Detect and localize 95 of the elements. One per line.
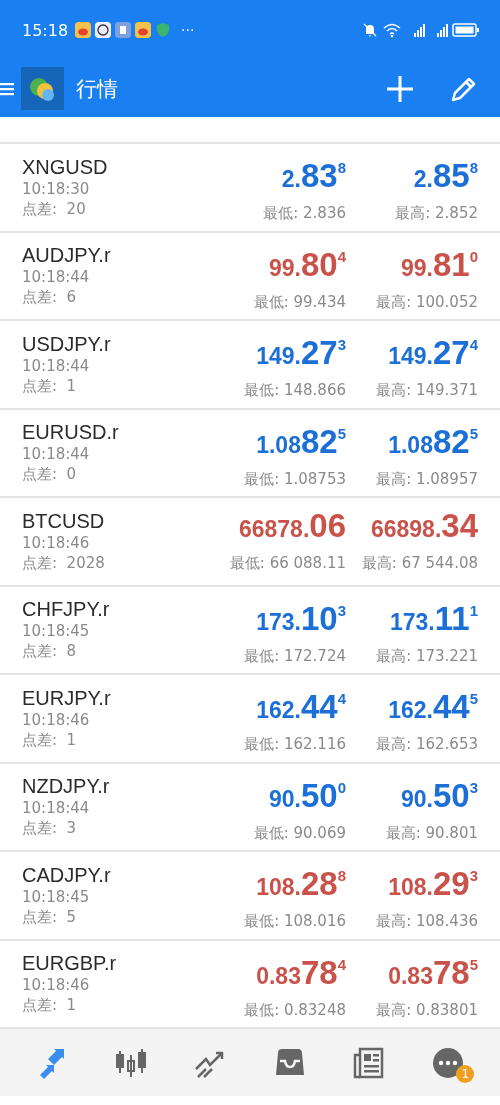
app-icon [75, 22, 92, 38]
low-price: 最低: 90.069 [253, 822, 346, 844]
high-price: 最高: 67 544.08 [361, 553, 478, 575]
high-price: 最高: 1.08957 [376, 468, 478, 490]
low-price: 最低: 148.866 [244, 380, 346, 402]
spread: 点差: 5 [22, 906, 78, 927]
symbol: EURGBP.r [22, 952, 118, 976]
quote-row[interactable]: AUDJPY.r 10:18:44 点差: 6 99.80$^{4}$ 最低: 99.434 99.81$^{0}$ 最高: 100.052 [0, 232, 500, 321]
quote-row[interactable]: EURUSD.r 10:18:44 点差: 0 1.0882$^{5}$ 最低: 1.08753 1.0882$^{5}$ 最高: 1.08957 [0, 409, 500, 498]
clock: 15:18 [22, 20, 69, 40]
high-price: 最高: 100.052 [376, 291, 478, 313]
quote-time: 10:18:30 [22, 178, 91, 199]
price: 149.27$^{4}$ [388, 333, 478, 374]
high-price: 最高: 0.83801 [376, 999, 478, 1021]
low-price: 最低: 2.836 [263, 203, 346, 225]
symbol: CHFJPY.r [22, 598, 111, 622]
price: 149.27$^{3}$ [256, 333, 346, 374]
spread: 点差: 1 [22, 995, 78, 1016]
quote-time: 10:18:46 [22, 975, 91, 996]
high-price: 最高: 108.436 [376, 911, 478, 933]
low-price: 最低: 172.724 [244, 645, 346, 667]
spread: 点差: 0 [22, 464, 78, 485]
high-price: 最高: 90.801 [385, 822, 478, 844]
price: 173.10$^{3}$ [256, 598, 346, 639]
price: 90.50$^{3}$ [400, 775, 478, 816]
quote-row[interactable]: USDJPY.r 10:18:44 点差: 1 149.27$^{3}$ 最低: 148.866 149.27$^{4}$ 最高: 149.371 [0, 321, 500, 410]
quote-time: 10:18:46 [22, 532, 91, 553]
low-price: 最低: 108.016 [244, 911, 346, 933]
quote-time: 10:18:44 [22, 798, 91, 819]
price: 0.8378$^{4}$ [256, 952, 346, 993]
quote-time: 10:18:44 [22, 444, 91, 465]
quote-row[interactable]: NZDJPY.r 10:18:44 点差: 3 90.50$^{0}$ 最低: 90.069 90.50$^{3}$ 最高: 90.801 [0, 763, 500, 852]
quote-time: 10:18:45 [22, 886, 91, 907]
symbol: BTCUSD [22, 509, 106, 533]
app-icon [115, 22, 132, 38]
signal-icon [414, 23, 425, 37]
quote-time: 10:18:44 [22, 355, 91, 376]
spread: 点差: 1 [22, 375, 78, 396]
symbol: CADJPY.r [22, 863, 112, 887]
shield-icon [155, 22, 172, 38]
low-price: 最低: 0.83248 [244, 999, 346, 1021]
high-price: 最高: 149.371 [376, 380, 478, 402]
spread: 点差: 6 [22, 287, 78, 308]
menu-icon[interactable] [0, 81, 14, 96]
low-price: 最低: 162.116 [244, 734, 346, 756]
price: 2.85$^{8}$ [413, 156, 478, 197]
app-icon [135, 22, 152, 38]
quote-row[interactable]: XNGUSD 10:18:30 点差: 20 2.83$^{8}$ 最低: 2.836 2.85$^{8}$ 最高: 2.852 [0, 144, 500, 233]
high-price: 最高: 173.221 [376, 645, 478, 667]
app-logo [21, 67, 64, 110]
symbol: AUDJPY.r [22, 244, 112, 268]
spread: 点差: 20 [22, 198, 87, 219]
spread: 点差: 1 [22, 729, 78, 750]
mute-icon [362, 22, 378, 38]
spread: 点差: 2028 [22, 552, 106, 573]
price: 0.8378$^{5}$ [388, 952, 478, 993]
symbol: USDJPY.r [22, 332, 112, 356]
low-price: 最低: 99.434 [253, 291, 346, 313]
spread: 点差: 8 [22, 641, 78, 662]
price: 173.11$^{1}$ [390, 598, 478, 639]
price: 1.0882$^{5}$ [388, 421, 478, 462]
low-price: 最低: 1.08753 [244, 468, 346, 490]
quote-time: 10:18:45 [22, 621, 91, 642]
spread: 点差: 3 [22, 818, 78, 839]
price: 99.81$^{0}$ [400, 244, 478, 285]
symbol: EURJPY.r [22, 686, 112, 710]
quote-row[interactable]: EURJPY.r 10:18:46 点差: 1 162.44$^{4}$ 最低: 162.116 162.44$^{5}$ 最高: 162.653 [0, 675, 500, 764]
high-price: 最高: 2.852 [395, 203, 478, 225]
low-price: 最低: 66 088.11 [229, 553, 346, 575]
quote-row[interactable]: CHFJPY.r 10:18:45 点差: 8 173.10$^{3}$ 最低: 172.724 173.11$^{1}$ 最高: 173.221 [0, 586, 500, 675]
symbol: EURUSD.r [22, 421, 120, 445]
wifi-icon [382, 22, 402, 38]
screen-title: 行情 [76, 75, 118, 103]
notification-badge: 1 [456, 1064, 475, 1083]
price: 99.80$^{4}$ [268, 244, 346, 285]
price: 162.44$^{5}$ [388, 687, 478, 728]
battery-icon [452, 22, 480, 38]
price: 66898.34 [370, 508, 478, 547]
quote-row[interactable]: BTCUSD 10:18:46 点差: 2028 66878.06 最低: 66 088.11 66898.34 最高: 67 544.08 [0, 498, 500, 587]
price: 66878.06 [238, 508, 346, 547]
quote-time: 10:18:44 [22, 267, 91, 288]
app-icon [95, 22, 112, 38]
symbol: NZDJPY.r [22, 775, 111, 799]
price: 108.28$^{8}$ [256, 864, 346, 905]
price: 1.0882$^{5}$ [256, 421, 346, 462]
quote-time: 10:18:46 [22, 709, 91, 730]
symbol: XNGUSD [22, 155, 109, 179]
high-price: 最高: 162.653 [376, 734, 478, 756]
price: 108.29$^{3}$ [388, 864, 478, 905]
more-notifications: ··· [181, 22, 195, 38]
price: 2.83$^{8}$ [281, 156, 346, 197]
price: 90.50$^{0}$ [268, 775, 346, 816]
quote-row[interactable]: CADJPY.r 10:18:45 点差: 5 108.28$^{8}$ 最低: 108.016 108.29$^{3}$ 最高: 108.436 [0, 852, 500, 941]
price: 162.44$^{4}$ [256, 687, 346, 728]
signal-icon [437, 23, 448, 37]
